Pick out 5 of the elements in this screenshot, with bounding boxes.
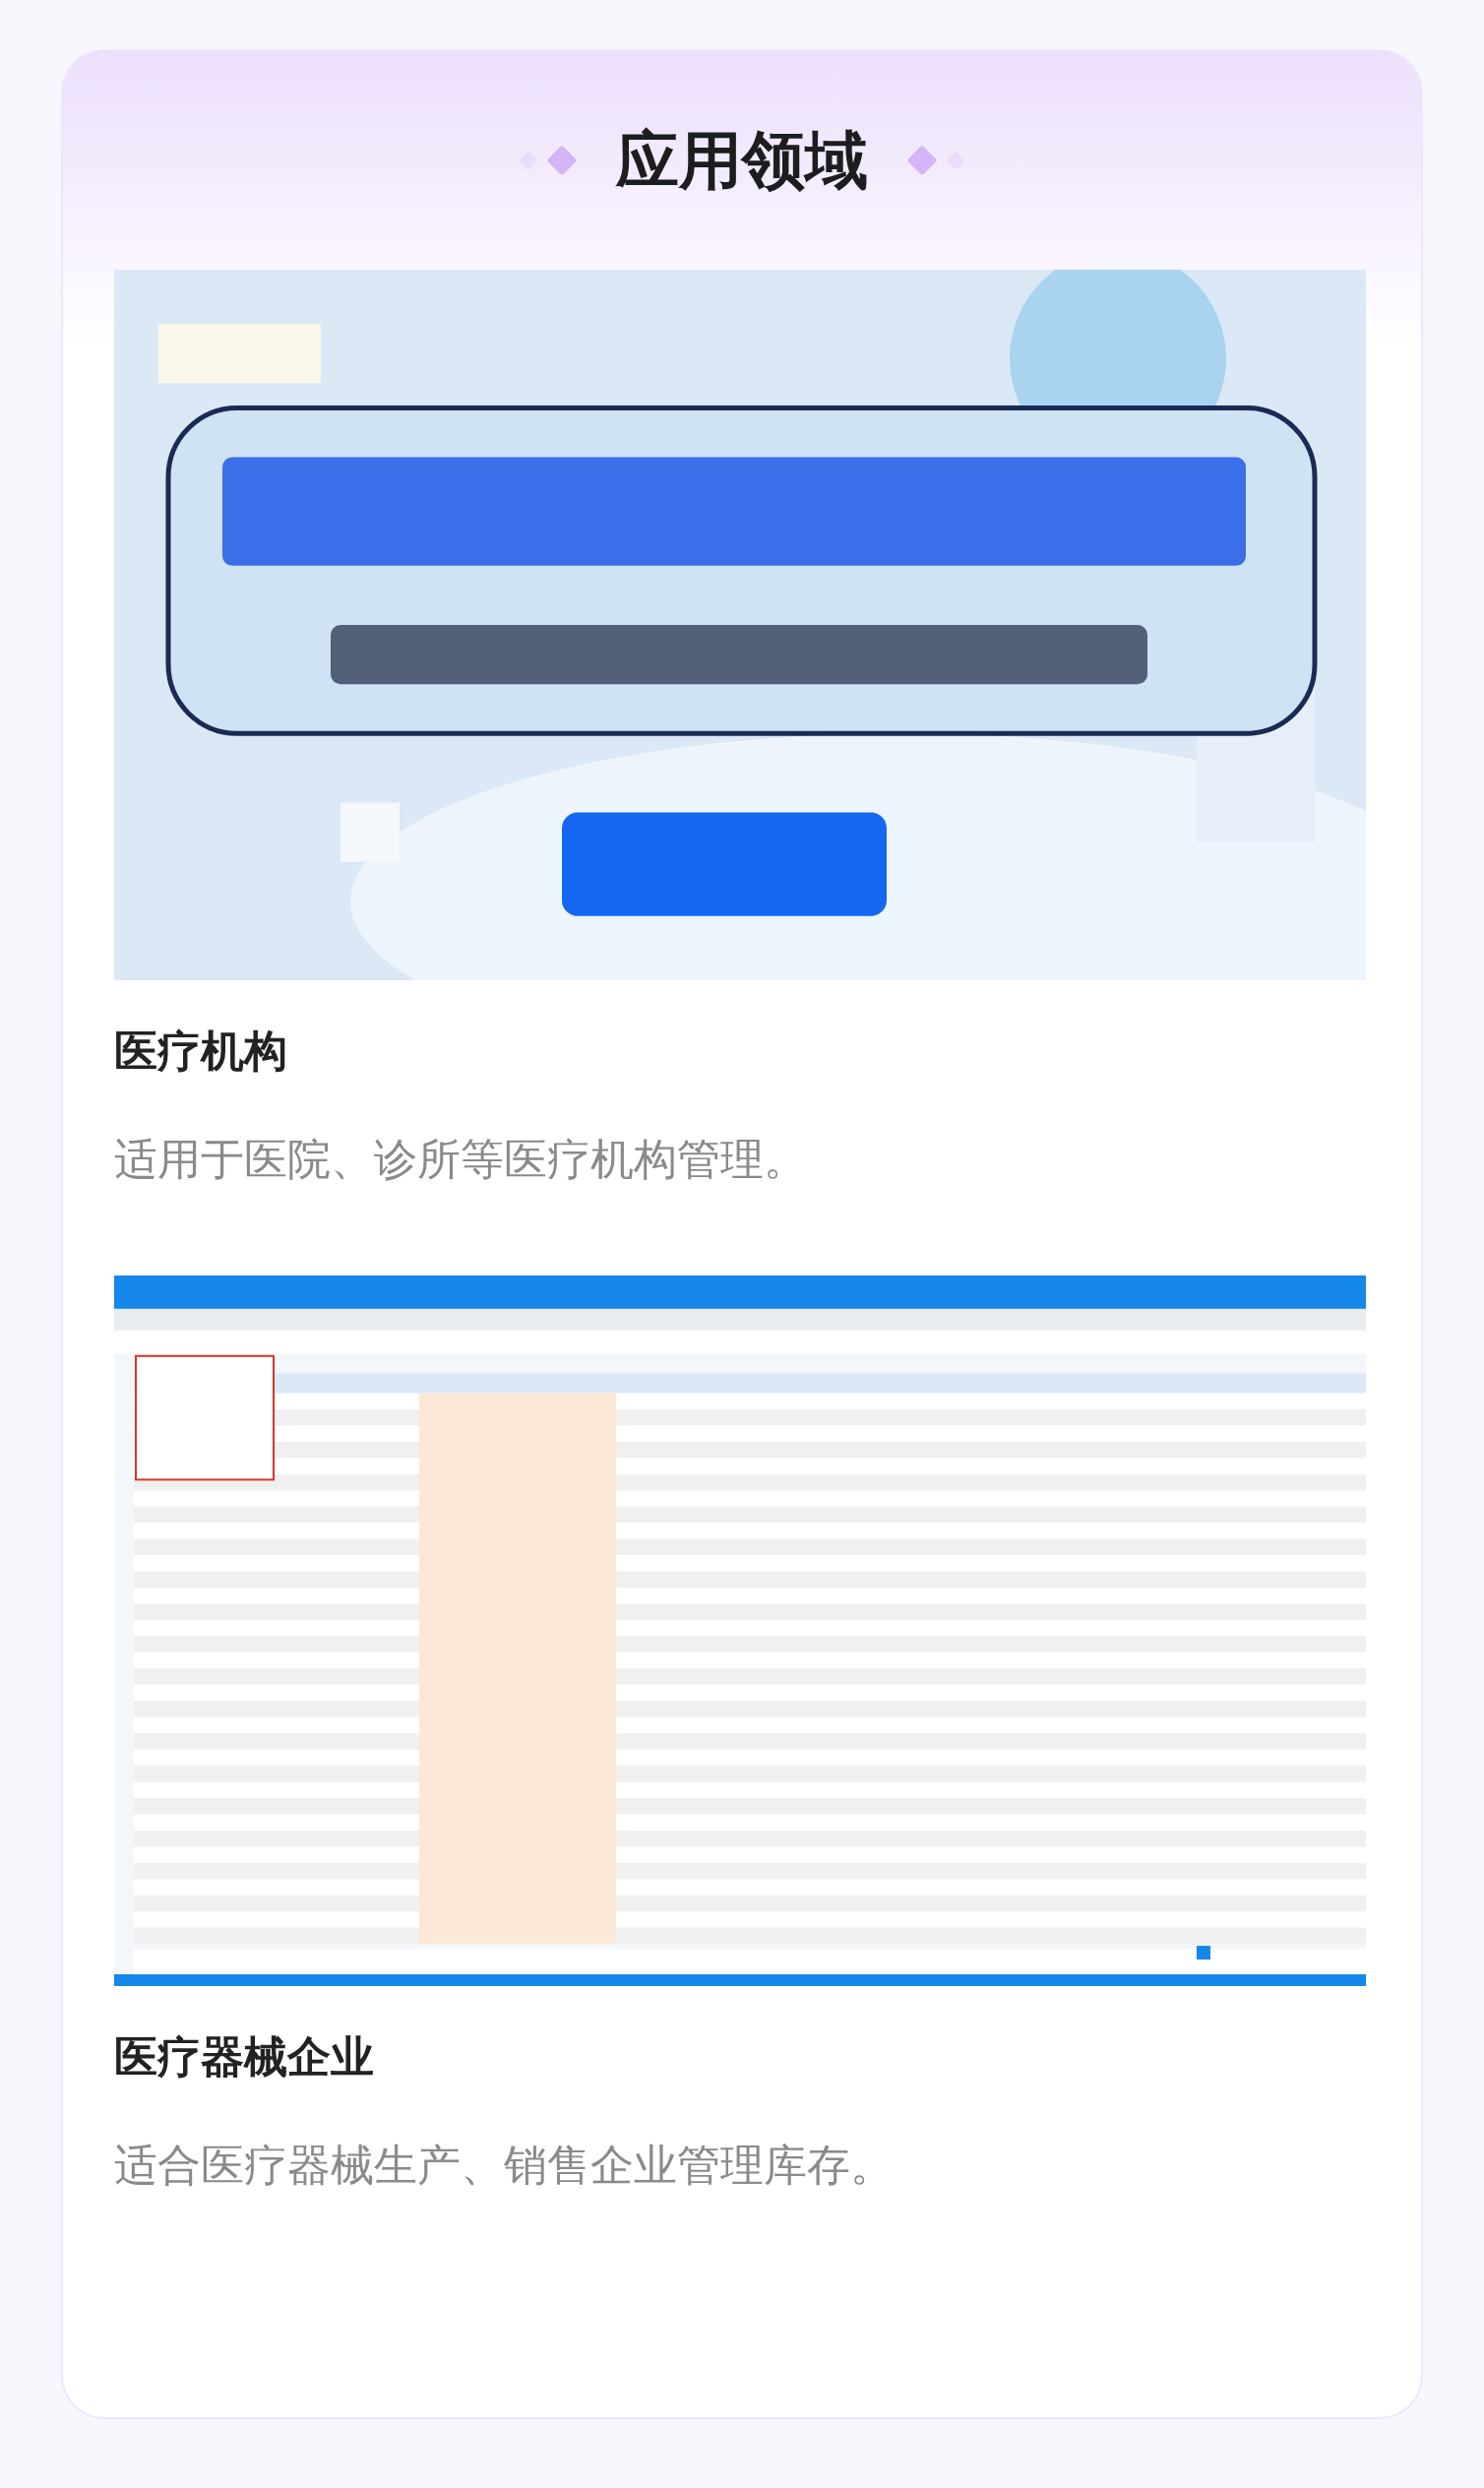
item-title: 医疗机构 — [114, 1025, 288, 1078]
item-description: 适合医疗器械生产、销售企业管理库存。 — [114, 2139, 895, 2192]
item-description: 适用于医院、诊所等医疗机构管理。 — [114, 1133, 808, 1186]
item-title: 医疗器械企业 — [114, 2030, 375, 2084]
section-title: 应用领域 — [616, 122, 868, 199]
